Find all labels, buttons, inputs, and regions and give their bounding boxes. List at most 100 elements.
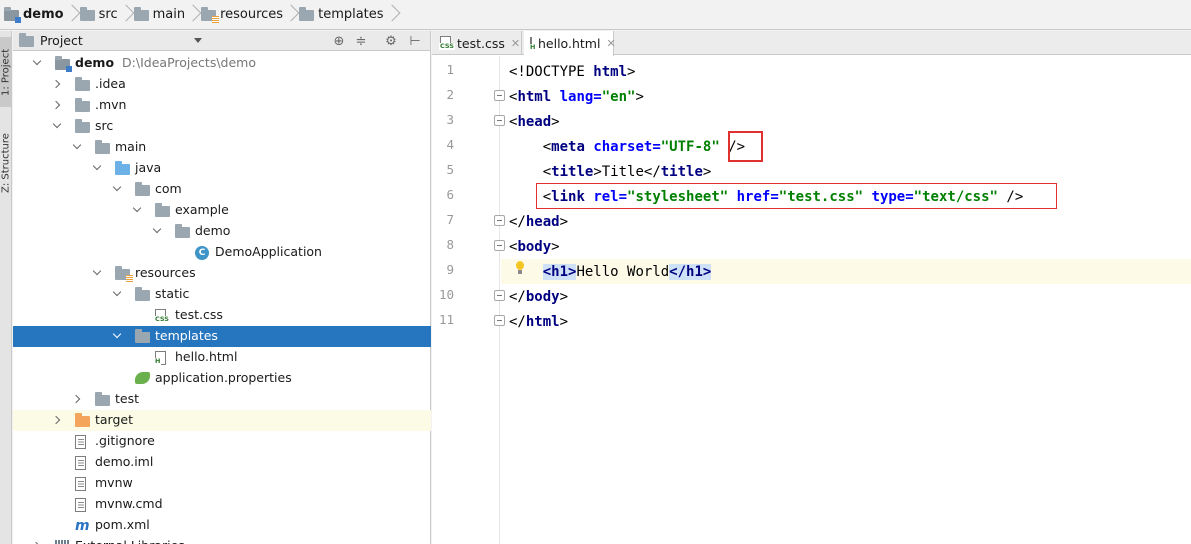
chevron-right-icon[interactable] bbox=[73, 394, 83, 404]
code-line[interactable]: < html lang= "en" > bbox=[501, 84, 1191, 109]
chevron-down-icon[interactable] bbox=[73, 142, 83, 152]
chevron-down-icon[interactable] bbox=[113, 184, 123, 194]
code-line[interactable]: < head > bbox=[501, 109, 1191, 134]
close-tab-icon[interactable]: ✕ bbox=[511, 37, 520, 50]
code-token: title bbox=[551, 163, 594, 180]
hide-panel-icon[interactable]: ⊢ bbox=[407, 33, 423, 49]
tree-item[interactable]: .mvn bbox=[13, 95, 431, 116]
code-token: > bbox=[559, 313, 569, 330]
code-line[interactable]: < title >Title</title > bbox=[501, 159, 1191, 184]
tree-item[interactable]: CSS test.css bbox=[13, 305, 431, 326]
code-line[interactable]: </body > bbox=[501, 284, 1191, 309]
intention-bulb-icon[interactable] bbox=[515, 261, 525, 275]
tree-item-label: test bbox=[115, 391, 139, 406]
tree-item[interactable]: static bbox=[13, 284, 431, 305]
editor-tab[interactable]: Hhello.html ✕ bbox=[524, 31, 616, 56]
chevron-down-icon[interactable] bbox=[93, 163, 103, 173]
editor-tab-bar: CSS test.css ✕ Hhello.html ✕ bbox=[432, 31, 1191, 56]
breadcrumb-separator bbox=[122, 0, 130, 30]
chevron-down-icon[interactable] bbox=[153, 226, 163, 236]
tree-item[interactable]: mvnw bbox=[13, 473, 431, 494]
breadcrumb-separator bbox=[388, 0, 396, 30]
tree-item[interactable]: demo D:\IdeaProjects\demo bbox=[13, 53, 431, 74]
tree-item-text: test bbox=[115, 391, 140, 406]
tree-item-label: demo D:\IdeaProjects\demo bbox=[75, 55, 256, 70]
tree-item[interactable]: com bbox=[13, 179, 431, 200]
code-line[interactable]: </head > bbox=[501, 209, 1191, 234]
breadcrumb-item[interactable]: demo bbox=[0, 0, 68, 30]
collapse-all-icon[interactable]: ≑ bbox=[353, 33, 369, 49]
breadcrumb-item[interactable]: src bbox=[76, 0, 122, 30]
tree-item[interactable]: test bbox=[13, 389, 431, 410]
chevron-down-icon[interactable] bbox=[93, 268, 103, 278]
tree-item[interactable]: Hhello.html bbox=[13, 347, 431, 368]
tree-item-label: templates bbox=[155, 328, 218, 343]
settings-gear-icon[interactable]: ⚙ bbox=[383, 33, 399, 49]
code-token: body bbox=[517, 238, 552, 255]
tree-item[interactable]: resources bbox=[13, 263, 431, 284]
project-view-dropdown-icon[interactable] bbox=[194, 38, 202, 43]
resources-folder-icon bbox=[201, 7, 220, 23]
code-token: >Title</ bbox=[593, 163, 661, 180]
close-tab-icon[interactable]: ✕ bbox=[606, 37, 615, 50]
tree-item[interactable]: .idea bbox=[13, 74, 431, 95]
chevron-right-icon[interactable] bbox=[53, 415, 63, 425]
tree-item-label: .mvn bbox=[95, 97, 126, 112]
css-file-icon: CSS bbox=[154, 309, 170, 323]
folder-icon bbox=[133, 7, 149, 21]
tree-item[interactable]: demo.iml bbox=[13, 452, 431, 473]
chevron-right-icon[interactable] bbox=[53, 100, 63, 110]
locate-target-icon[interactable]: ⊕ bbox=[331, 33, 347, 49]
code-token: > bbox=[551, 113, 560, 130]
tree-item[interactable]: .gitignore bbox=[13, 431, 431, 452]
tree-item-label: static bbox=[155, 286, 189, 301]
tree-item[interactable]: application.properties bbox=[13, 368, 431, 389]
tree-item[interactable]: src bbox=[13, 116, 431, 137]
tree-item[interactable]: main bbox=[13, 137, 431, 158]
tree-item[interactable]: mvnw.cmd bbox=[13, 494, 431, 515]
breadcrumb-label: resources bbox=[220, 7, 284, 22]
tree-item-text: mvnw.cmd bbox=[95, 496, 163, 511]
tree-item[interactable]: java bbox=[13, 158, 431, 179]
breadcrumb-item[interactable]: resources bbox=[197, 0, 287, 30]
code-token: html bbox=[517, 88, 560, 105]
line-number: 3 bbox=[446, 112, 454, 127]
chevron-down-icon[interactable] bbox=[53, 121, 63, 131]
line-number: 4 bbox=[446, 137, 454, 152]
tree-item[interactable]: External Libraries bbox=[13, 536, 431, 544]
tree-item[interactable]: example bbox=[13, 200, 431, 221]
code-line[interactable]: </html > bbox=[501, 309, 1191, 334]
tree-item[interactable]: m pom.xml bbox=[13, 515, 431, 536]
chevron-down-icon[interactable] bbox=[33, 58, 43, 68]
tree-item-label: src bbox=[95, 118, 113, 133]
chevron-right-icon[interactable] bbox=[53, 79, 63, 89]
tree-item-text: .gitignore bbox=[95, 433, 155, 448]
tree-item[interactable]: C DemoApplication bbox=[13, 242, 431, 263]
project-tool-tab[interactable]: 1: Project bbox=[0, 37, 12, 107]
tree-item-label: target bbox=[95, 412, 133, 427]
editor-tab[interactable]: CSS test.css ✕ bbox=[434, 31, 522, 55]
tree-item[interactable]: templates bbox=[13, 326, 431, 347]
tree-item[interactable]: target bbox=[13, 410, 431, 431]
code-line[interactable]: <!DOCTYPE html > bbox=[501, 59, 1191, 84]
project-panel-title[interactable]: Project bbox=[40, 33, 83, 48]
chevron-down-icon[interactable] bbox=[133, 205, 143, 215]
breadcrumb-item[interactable]: templates bbox=[295, 0, 387, 30]
breadcrumb-separator bbox=[68, 0, 76, 30]
code-line[interactable]: < meta charset= "UTF-8" /> bbox=[501, 134, 1191, 159]
folder-icon bbox=[75, 77, 90, 91]
code-line[interactable]: <h1> Hello World </h1> bbox=[501, 259, 1191, 284]
line-number: 8 bbox=[446, 237, 454, 252]
module-folder-icon bbox=[4, 7, 21, 23]
breadcrumb-item[interactable]: main bbox=[130, 0, 189, 30]
html-file-icon: H bbox=[154, 351, 166, 365]
tree-item[interactable]: demo bbox=[13, 221, 431, 242]
text-file-icon bbox=[75, 477, 86, 491]
code-area[interactable]: <!DOCTYPE html > < html lang= "en" > < head > < m… bbox=[501, 56, 1191, 544]
chevron-down-icon[interactable] bbox=[113, 289, 123, 299]
tree-item-text: target bbox=[95, 412, 134, 427]
code-line[interactable]: < body > bbox=[501, 234, 1191, 259]
chevron-down-icon[interactable] bbox=[113, 331, 123, 341]
structure-tool-tab[interactable]: Z: Structure bbox=[0, 123, 12, 203]
code-token: charset= bbox=[593, 138, 661, 155]
